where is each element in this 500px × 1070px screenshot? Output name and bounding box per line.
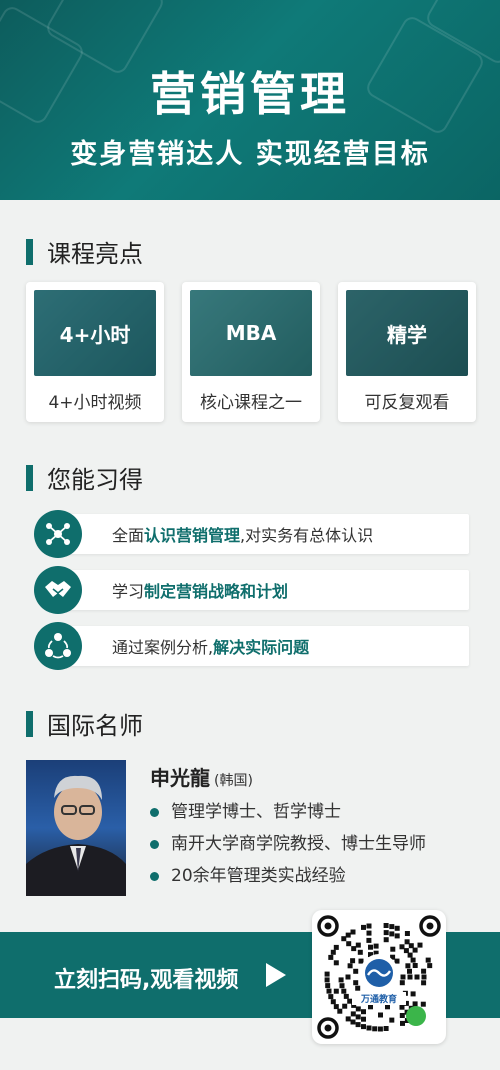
play-arrow-icon[interactable]	[266, 963, 286, 987]
list-item: 20余年管理类实战经验	[150, 860, 426, 892]
bullet-dot-icon	[150, 839, 159, 849]
hero-banner: 营销管理 变身营销达人 实现经营目标	[0, 0, 500, 200]
bullet-dot-icon	[150, 871, 159, 881]
section-title-text: 国际名师	[47, 712, 143, 740]
highlight-card[interactable]: 4+小时 4+小时视频	[26, 282, 164, 422]
section-title-text: 您能习得	[47, 466, 143, 494]
learn-prefix: 通过案例分析,	[112, 638, 214, 657]
qr-brand-label: 万通教育	[352, 992, 406, 1005]
section-marker	[26, 464, 33, 491]
highlight-thumbnail: 精学	[346, 290, 468, 376]
bullet-dot-icon	[150, 807, 159, 817]
credential-text: 管理学博士、哲学博士	[171, 802, 341, 822]
highlight-overlay-text: MBA	[225, 321, 277, 345]
cta-text[interactable]: 立刻扫码,观看视频	[54, 962, 238, 994]
teacher-photo	[26, 760, 126, 896]
section-marker	[26, 238, 33, 265]
highlight-card[interactable]: MBA 核心课程之一	[182, 282, 320, 422]
highlight-caption: 4+小时视频	[48, 393, 142, 413]
teacher-credentials: 管理学博士、哲学博士 南开大学商学院教授、博士生导师 20余年管理类实战经验	[150, 796, 426, 892]
learn-suffix: ,对实务有总体认识	[240, 526, 374, 545]
list-item: 管理学博士、哲学博士	[150, 796, 426, 828]
page-title: 营销管理	[150, 67, 350, 121]
page-subtitle: 变身营销达人 实现经营目标	[70, 139, 430, 170]
credential-text: 20余年管理类实战经验	[171, 866, 346, 886]
highlight-card[interactable]: 精学 可反复观看	[338, 282, 476, 422]
teacher-name: 申光龍 (韩国)	[150, 762, 253, 791]
network-icon	[34, 510, 82, 558]
handshake-icon	[34, 566, 82, 614]
highlight-cards: 4+小时 4+小时视频 MBA 核心课程之一 精学 可反复观看	[26, 282, 476, 422]
section-marker	[26, 710, 33, 737]
teacher-name-text: 申光龍	[150, 766, 210, 790]
learn-highlight: 认识营销管理	[144, 526, 241, 545]
teacher-country: (韩国)	[214, 773, 253, 789]
highlight-caption: 核心课程之一	[200, 393, 302, 413]
list-item: 南开大学商学院教授、博士生导师	[150, 828, 426, 860]
section-title-text: 课程亮点	[47, 240, 143, 268]
highlight-thumbnail: MBA	[190, 290, 312, 376]
learn-item-text: 通过案例分析, 解决实际问题	[56, 626, 469, 666]
learn-highlight: 解决实际问题	[213, 638, 310, 657]
learn-item: 学习 制定营销战略和计划	[34, 566, 469, 614]
mini-program-icon	[406, 1006, 426, 1026]
learn-item: 全面 认识营销管理 ,对实务有总体认识	[34, 510, 469, 558]
highlight-thumbnail: 4+小时	[34, 290, 156, 376]
credential-text: 南开大学商学院教授、博士生导师	[171, 834, 426, 854]
section-title-teacher: 国际名师	[26, 706, 143, 741]
cycle-icon	[34, 622, 82, 670]
learn-item-text: 学习 制定营销战略和计划	[56, 570, 469, 610]
qr-logo	[360, 954, 398, 992]
wave-logo-icon	[365, 959, 393, 987]
learn-prefix: 全面	[112, 526, 145, 545]
section-title-learn: 您能习得	[26, 460, 143, 495]
learn-item: 通过案例分析, 解决实际问题	[34, 622, 469, 670]
section-title-highlights: 课程亮点	[26, 234, 143, 269]
highlight-overlay-text: 4+小时	[59, 322, 131, 347]
learn-prefix: 学习	[112, 582, 145, 601]
learn-highlight: 制定营销战略和计划	[144, 582, 289, 601]
qr-code[interactable]: 万通教育	[312, 910, 446, 1044]
highlight-caption: 可反复观看	[364, 393, 450, 413]
highlight-overlay-text: 精学	[387, 322, 427, 347]
learn-item-text: 全面 认识营销管理 ,对实务有总体认识	[56, 514, 469, 554]
